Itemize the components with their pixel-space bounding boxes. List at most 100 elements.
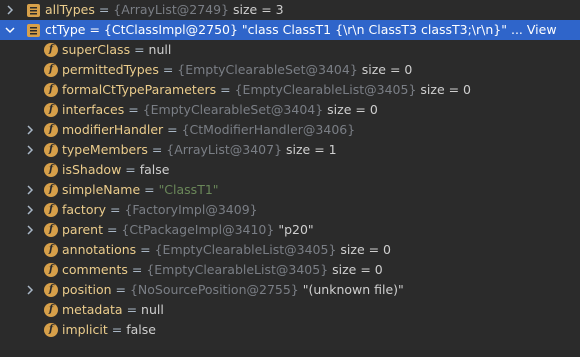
tree-row-permittedtypes[interactable]: f permittedTypes = {EmptyClearableSet@34… xyxy=(0,60,580,80)
tree-row-metadata[interactable]: f metadata = null xyxy=(0,300,580,320)
tree-row-isshadow[interactable]: f isShadow = false xyxy=(0,160,580,180)
variable-name: permittedTypes xyxy=(62,62,159,77)
field-f-icon: f xyxy=(44,223,58,237)
variable-name: comments xyxy=(62,262,128,277)
list-variable-icon xyxy=(27,24,40,37)
field-f-icon: f xyxy=(44,123,58,137)
equals-sign: = xyxy=(111,282,130,297)
object-reference: {ArrayList@2749} xyxy=(113,2,230,17)
tree-row-parent[interactable]: f parent = {CtPackageImpl@3410} "p20" xyxy=(0,220,580,240)
tree-row-simplename[interactable]: f simpleName = "ClassT1" xyxy=(0,180,580,200)
object-reference: {CtClassImpl@2750} xyxy=(103,22,238,37)
object-reference: {CtPackageImpl@3410} xyxy=(121,222,275,237)
collection-size: size = 0 xyxy=(357,62,413,77)
variable-value: null xyxy=(141,302,164,317)
chevron-right-icon[interactable] xyxy=(3,0,17,20)
tree-row-position[interactable]: f position = {NoSourcePosition@2755} "(u… xyxy=(0,280,580,300)
object-reference: {EmptyClearableList@3405} xyxy=(234,82,417,97)
tree-row-annotations[interactable]: f annotations = {EmptyClearableList@3405… xyxy=(0,240,580,260)
variable-name: simpleName xyxy=(62,182,141,197)
equals-sign: = xyxy=(163,122,182,137)
variable-name: implicit xyxy=(62,322,108,337)
equals-sign: = xyxy=(130,42,149,57)
chevron-right-icon[interactable] xyxy=(23,200,37,220)
variable-value: null xyxy=(148,42,172,57)
field-f-icon: f xyxy=(44,163,58,177)
equals-sign: = xyxy=(107,322,127,337)
tree-row-comments[interactable]: f comments = {EmptyClearableList@3405} s… xyxy=(0,260,580,280)
tree-row-implicit[interactable]: f implicit = false xyxy=(0,320,580,340)
equals-sign: = xyxy=(127,262,147,277)
object-reference: {EmptyClearableSet@3404} xyxy=(177,62,358,77)
chevron-down-icon[interactable] xyxy=(3,20,17,40)
field-f-icon: f xyxy=(44,63,58,77)
ellipsis: ... xyxy=(507,22,527,37)
tree-row-interfaces[interactable]: f interfaces = {EmptyClearableSet@3404} … xyxy=(0,100,580,120)
variable-name: isShadow xyxy=(62,162,122,177)
variable-name: factory xyxy=(62,202,107,217)
variable-name: formalCtTypeParameters xyxy=(62,82,217,97)
field-f-icon: f xyxy=(44,203,58,217)
equals-sign: = xyxy=(124,102,143,117)
chevron-right-icon[interactable] xyxy=(23,280,37,300)
equals-sign: = xyxy=(102,222,122,237)
equals-sign: = xyxy=(216,82,235,97)
field-f-icon: f xyxy=(44,263,58,277)
tree-row-modifierhandler[interactable]: f modifierHandler = {CtModifierHandler@3… xyxy=(0,120,580,140)
field-f-icon: f xyxy=(44,43,58,57)
tree-row-formalcttypeparameters[interactable]: f formalCtTypeParameters = {EmptyClearab… xyxy=(0,80,580,100)
collection-size: size = 0 xyxy=(328,262,383,277)
collection-size: size = 1 xyxy=(282,142,337,157)
variable-name: parent xyxy=(62,222,103,237)
collection-size: size = 0 xyxy=(416,82,472,97)
variable-name: ctType xyxy=(45,22,86,37)
chevron-right-icon[interactable] xyxy=(23,140,37,160)
field-f-icon: f xyxy=(44,243,58,257)
debugger-variables-tree: allTypes = {ArrayList@2749} size = 3 ctT… xyxy=(0,0,580,357)
collection-size: size = 3 xyxy=(229,2,284,17)
tree-row-alltypes[interactable]: allTypes = {ArrayList@2749} size = 3 xyxy=(0,0,580,20)
tostring-value: "p20" xyxy=(274,222,314,237)
equals-sign: = xyxy=(94,2,114,17)
chevron-right-icon[interactable] xyxy=(23,220,37,240)
collection-size: size = 0 xyxy=(336,242,392,257)
equals-sign: = xyxy=(140,182,159,197)
tree-row-factory[interactable]: f factory = {FactoryImpl@3409} xyxy=(0,200,580,220)
object-reference: {ArrayList@3407} xyxy=(166,142,283,157)
variable-name: metadata xyxy=(62,302,123,317)
equals-sign: = xyxy=(158,62,178,77)
field-f-icon: f xyxy=(44,143,58,157)
object-reference: {EmptyClearableList@3405} xyxy=(154,242,337,257)
tostring-value: "class ClassT1 {\r\n ClassT3 classT3;\r\… xyxy=(237,22,507,37)
field-f-icon: f xyxy=(44,303,58,317)
tree-row-typemembers[interactable]: f typeMembers = {ArrayList@3407} size = … xyxy=(0,140,580,160)
field-f-icon: f xyxy=(44,283,58,297)
field-f-icon: f xyxy=(44,103,58,117)
chevron-right-icon[interactable] xyxy=(23,120,37,140)
chevron-right-icon[interactable] xyxy=(23,180,37,200)
field-f-icon: f xyxy=(44,323,58,337)
object-reference: {FactoryImpl@3409} xyxy=(124,202,258,217)
equals-sign: = xyxy=(85,22,104,37)
string-value: "ClassT1" xyxy=(158,182,219,197)
variable-value: false xyxy=(126,322,156,337)
equals-sign: = xyxy=(136,242,155,257)
tree-row-superclass[interactable]: f superClass = null xyxy=(0,40,580,60)
variable-name: allTypes xyxy=(45,2,95,17)
equals-sign: = xyxy=(122,302,142,317)
tree-row-cttype[interactable]: ctType = {CtClassImpl@2750} "class Class… xyxy=(0,20,580,40)
field-f-icon: f xyxy=(44,83,58,97)
variable-name: position xyxy=(62,282,112,297)
field-f-icon: f xyxy=(44,183,58,197)
variable-name: superClass xyxy=(62,42,131,57)
collection-size: size = 0 xyxy=(323,102,378,117)
variable-value: false xyxy=(139,162,170,177)
variable-name: typeMembers xyxy=(62,142,148,157)
object-reference: {CtModifierHandler@3406} xyxy=(181,122,356,137)
object-reference: {NoSourcePosition@2755} xyxy=(129,282,299,297)
view-link[interactable]: View xyxy=(527,22,557,37)
equals-sign: = xyxy=(121,162,140,177)
list-variable-icon xyxy=(27,4,40,17)
variable-name: annotations xyxy=(62,242,137,257)
equals-sign: = xyxy=(147,142,167,157)
